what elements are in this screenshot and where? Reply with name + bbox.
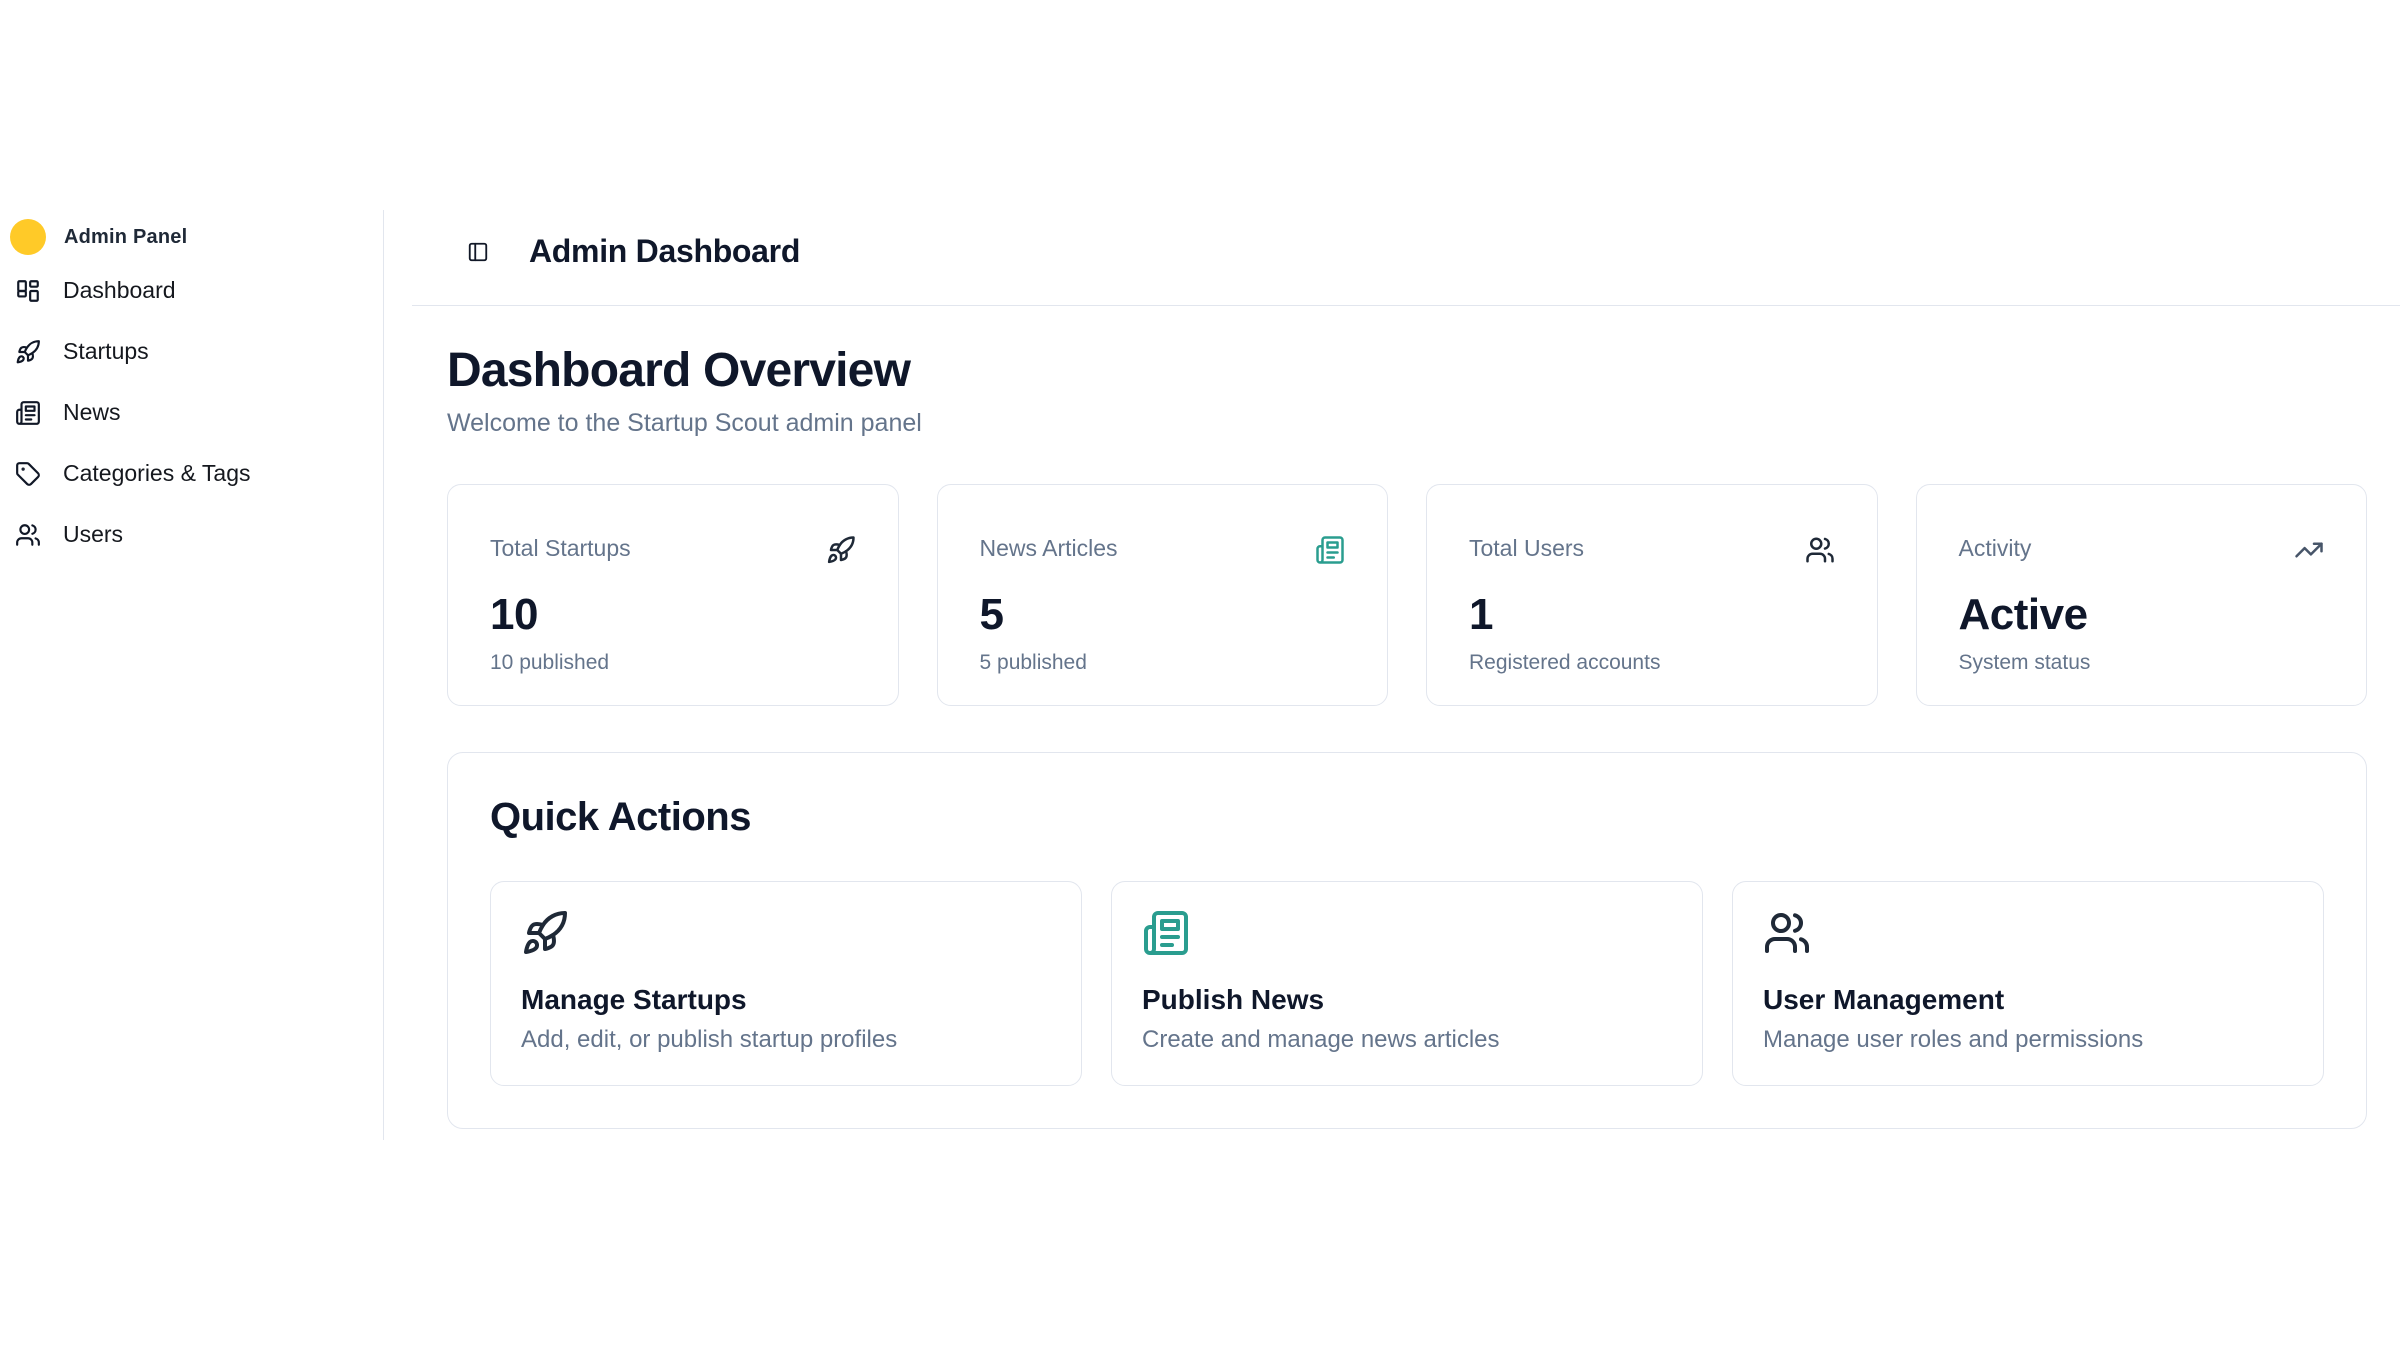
stat-card-news-articles: News Articles 5 5 published	[937, 484, 1389, 706]
sidebar-item-label: Dashboard	[63, 277, 176, 304]
newspaper-icon	[1315, 535, 1345, 565]
stat-label: Activity	[1959, 535, 2032, 562]
quick-action-title: User Management	[1763, 984, 2293, 1016]
stat-value: 10	[490, 591, 856, 639]
sidebar-item-categories-tags[interactable]: Categories & Tags	[0, 443, 383, 504]
quick-action-user-management[interactable]: User Management Manage user roles and pe…	[1732, 881, 2324, 1086]
sidebar-item-users[interactable]: Users	[0, 504, 383, 565]
quick-action-desc: Manage user roles and permissions	[1763, 1026, 2293, 1054]
rocket-icon	[15, 339, 41, 365]
rocket-icon	[826, 535, 856, 565]
sidebar-item-label: Categories & Tags	[63, 460, 251, 487]
quick-action-publish-news[interactable]: Publish News Create and manage news arti…	[1111, 881, 1703, 1086]
stat-value: 1	[1469, 591, 1835, 639]
stat-card-total-startups: Total Startups 10 10 published	[447, 484, 899, 706]
quick-actions-card: Quick Actions Manage Startups Add, edit,…	[447, 752, 2367, 1129]
quick-actions-grid: Manage Startups Add, edit, or publish st…	[490, 881, 2324, 1086]
overview-subtitle: Welcome to the Startup Scout admin panel	[447, 408, 2367, 438]
newspaper-icon	[15, 400, 41, 426]
stat-value: Active	[1959, 591, 2325, 639]
stat-sub: Registered accounts	[1469, 651, 1835, 675]
stat-value: 5	[980, 591, 1346, 639]
quick-action-desc: Add, edit, or publish startup profiles	[521, 1026, 1051, 1054]
main-content: Dashboard Overview Welcome to the Startu…	[447, 306, 2367, 1129]
sidebar-item-label: Users	[63, 521, 123, 548]
brand-logo-circle	[10, 219, 46, 255]
quick-actions-title: Quick Actions	[490, 793, 2324, 841]
layout-dashboard-icon	[15, 278, 41, 304]
panel-left-icon	[467, 241, 489, 263]
stat-sub: System status	[1959, 651, 2325, 675]
stat-card-total-users: Total Users 1 Registered accounts	[1426, 484, 1878, 706]
stat-label: Total Users	[1469, 535, 1584, 562]
sidebar-toggle-button[interactable]	[467, 241, 489, 263]
quick-action-manage-startups[interactable]: Manage Startups Add, edit, or publish st…	[490, 881, 1082, 1086]
overview-title: Dashboard Overview	[447, 342, 2367, 400]
brand-label: Admin Panel	[64, 226, 187, 249]
stat-sub: 5 published	[980, 651, 1346, 675]
sidebar-item-startups[interactable]: Startups	[0, 321, 383, 382]
trending-up-icon	[2294, 535, 2324, 565]
quick-action-title: Manage Startups	[521, 984, 1051, 1016]
stat-card-activity: Activity Active System status	[1916, 484, 2368, 706]
newspaper-icon	[1142, 909, 1190, 957]
sidebar-item-news[interactable]: News	[0, 382, 383, 443]
tag-icon	[15, 461, 41, 487]
sidebar-item-label: News	[63, 399, 121, 426]
quick-action-title: Publish News	[1142, 984, 1672, 1016]
users-icon	[1763, 909, 1811, 957]
rocket-icon	[521, 909, 569, 957]
stat-sub: 10 published	[490, 651, 856, 675]
sidebar-item-label: Startups	[63, 338, 149, 365]
stat-label: Total Startups	[490, 535, 631, 562]
stat-label: News Articles	[980, 535, 1118, 562]
users-icon	[15, 522, 41, 548]
sidebar-item-dashboard[interactable]: Dashboard	[0, 260, 383, 321]
users-icon	[1805, 535, 1835, 565]
stats-grid: Total Startups 10 10 published News Arti…	[447, 484, 2367, 706]
page-title: Admin Dashboard	[529, 233, 800, 270]
brand: Admin Panel	[0, 214, 383, 260]
quick-action-desc: Create and manage news articles	[1142, 1026, 1672, 1054]
sidebar-nav: Dashboard Startups News Categories & Tag…	[0, 260, 383, 565]
sidebar: Admin Panel Dashboard Startups News Cate…	[0, 210, 384, 1140]
topbar: Admin Dashboard	[412, 210, 2400, 306]
